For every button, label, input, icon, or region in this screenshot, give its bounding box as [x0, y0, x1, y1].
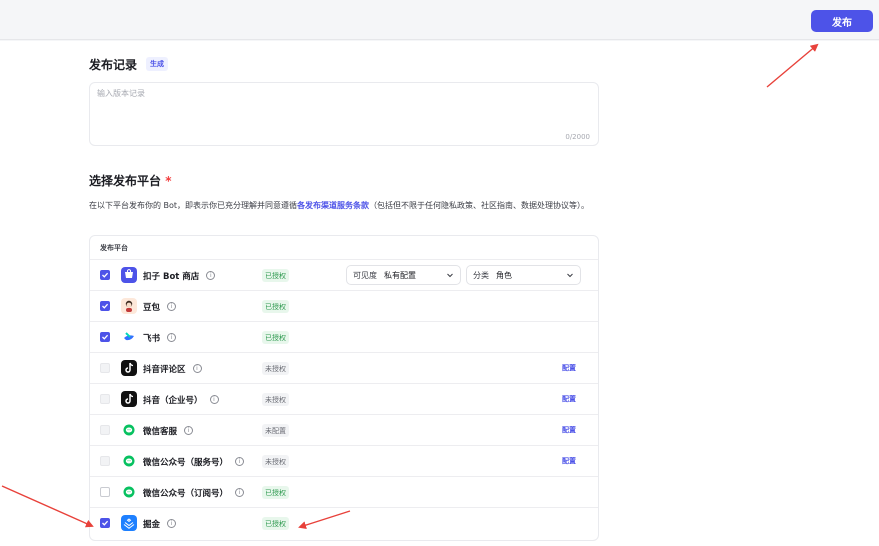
- release-record-box: 0/2000: [89, 82, 599, 146]
- info-icon[interactable]: i: [235, 488, 245, 497]
- status-badge: 已授权: [262, 269, 289, 282]
- info-icon[interactable]: i: [235, 457, 245, 466]
- category-select[interactable]: 分类 角色: [466, 265, 581, 285]
- platform-name: 微信公众号（订阅号） i: [143, 477, 245, 508]
- info-icon[interactable]: i: [184, 426, 194, 435]
- category-label: 分类: [473, 270, 489, 280]
- feishu-icon: [121, 329, 137, 345]
- status-badge: 未授权: [262, 455, 289, 468]
- configure-link[interactable]: 配置: [562, 394, 576, 404]
- platform-row: 抖音（企业号） i 未授权 配置: [90, 384, 598, 415]
- visibility-select[interactable]: 可见度 私有配置: [346, 265, 461, 285]
- platform-name-text: 微信客服: [143, 426, 178, 437]
- wechat-icon: [121, 453, 137, 469]
- configure-link[interactable]: 配置: [562, 456, 576, 466]
- platform-name-text: 飞书: [143, 333, 161, 344]
- category-value: 角色: [496, 270, 512, 280]
- status-badge: 已授权: [262, 486, 289, 499]
- coze-store-icon: [121, 267, 137, 283]
- platform-checkbox[interactable]: [100, 518, 110, 528]
- visibility-label: 可见度: [353, 270, 377, 280]
- platform-section-title-text: 选择发布平台: [89, 174, 162, 188]
- platform-checkbox[interactable]: [100, 332, 110, 342]
- platform-name-text: 掘金: [143, 519, 161, 530]
- platform-name: 抖音（企业号） i: [143, 384, 219, 415]
- platform-name-text: 微信公众号（订阅号）: [143, 488, 229, 499]
- terms-link[interactable]: 各发布渠道服务条款: [297, 201, 369, 210]
- platform-name: 微信客服 i: [143, 415, 194, 446]
- status-badge: 未授权: [262, 393, 289, 406]
- platform-row: 抖音评论区 i 未授权 配置: [90, 353, 598, 384]
- info-icon[interactable]: i: [167, 519, 177, 528]
- table-header: 发布平台: [90, 236, 598, 260]
- char-counter: 0/2000: [565, 133, 590, 141]
- configure-link[interactable]: 配置: [562, 425, 576, 435]
- platform-checkbox: [100, 425, 110, 435]
- main-content: 发布记录 生成 0/2000 选择发布平台 * 在以下平台发布你的 Bot，即表…: [0, 41, 879, 546]
- status-badge: 已授权: [262, 331, 289, 344]
- platform-checkbox: [100, 363, 110, 373]
- douyin-icon: [121, 391, 137, 407]
- platform-row: 微信客服 i 未配置 配置: [90, 415, 598, 446]
- platform-name-text: 抖音评论区: [143, 364, 186, 375]
- desc-suffix: （包括但不限于任何隐私政策、社区指南、数据处理协议等）。: [369, 201, 590, 210]
- platform-row: 微信公众号（服务号） i 未授权 配置: [90, 446, 598, 477]
- generate-button[interactable]: 生成: [146, 57, 168, 71]
- platform-row: 扣子 Bot 商店 i 已授权 可见度 私有配置 分类 角色: [90, 260, 598, 291]
- platform-name: 抖音评论区 i: [143, 353, 202, 384]
- platform-row: 飞书 i 已授权: [90, 322, 598, 353]
- platform-section-title: 选择发布平台 *: [89, 172, 171, 189]
- release-record-title: 发布记录: [89, 58, 138, 72]
- platform-checkbox: [100, 394, 110, 404]
- platform-name-text: 扣子 Bot 商店: [143, 271, 200, 282]
- platform-name: 微信公众号（服务号） i: [143, 446, 245, 477]
- platform-row: 豆包 i 已授权: [90, 291, 598, 322]
- status-badge: 已授权: [262, 517, 289, 530]
- platform-checkbox[interactable]: [100, 487, 110, 497]
- platform-row: 掘金 i 已授权: [90, 508, 598, 539]
- platform-row: 微信公众号（订阅号） i 已授权: [90, 477, 598, 508]
- platform-name: 扣子 Bot 商店 i: [143, 260, 216, 291]
- publish-button[interactable]: 发布: [811, 10, 873, 32]
- platform-checkbox[interactable]: [100, 301, 110, 311]
- info-icon[interactable]: i: [192, 364, 202, 373]
- wechat-icon: [121, 422, 137, 438]
- juejin-icon: [121, 515, 137, 531]
- configure-link[interactable]: 配置: [562, 363, 576, 373]
- status-badge: 已授权: [262, 300, 289, 313]
- platform-checkbox: [100, 456, 110, 466]
- visibility-value: 私有配置: [384, 270, 416, 280]
- platform-name-text: 微信公众号（服务号）: [143, 457, 229, 468]
- doubao-icon: [121, 298, 137, 314]
- platform-name-text: 豆包: [143, 302, 161, 313]
- wechat-icon: [121, 484, 137, 500]
- platform-description: 在以下平台发布你的 Bot，即表示你已充分理解并同意遵循各发布渠道服务条款（包括…: [89, 198, 601, 213]
- info-icon[interactable]: i: [167, 302, 177, 311]
- platform-table: 发布平台 扣子 Bot 商店 i 已授权 可见度 私有配置 分类 角色 豆包 i 已授权 飞书 i 已授…: [89, 235, 599, 541]
- top-bar: 发布: [0, 0, 879, 40]
- info-icon[interactable]: i: [167, 333, 177, 342]
- status-badge: 未配置: [262, 424, 289, 437]
- release-record-input[interactable]: [90, 83, 598, 145]
- platform-name: 豆包 i: [143, 291, 177, 322]
- platform-checkbox[interactable]: [100, 270, 110, 280]
- info-icon[interactable]: i: [206, 271, 216, 280]
- platform-name: 飞书 i: [143, 322, 177, 353]
- platform-name-text: 抖音（企业号）: [143, 395, 203, 406]
- platform-name: 掘金 i: [143, 508, 177, 539]
- required-mark: *: [165, 174, 172, 188]
- douyin-icon: [121, 360, 137, 376]
- desc-prefix: 在以下平台发布你的 Bot，即表示你已充分理解并同意遵循: [89, 201, 298, 210]
- info-icon[interactable]: i: [209, 395, 219, 404]
- status-badge: 未授权: [262, 362, 289, 375]
